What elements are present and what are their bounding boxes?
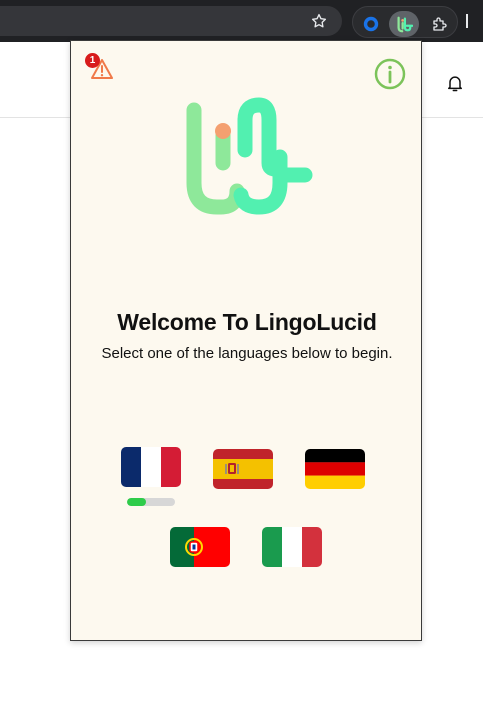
notifications-button[interactable]	[442, 70, 468, 96]
italy-flag-icon	[262, 527, 322, 567]
address-bar[interactable]	[0, 6, 342, 36]
welcome-title: Welcome To LingoLucid	[117, 309, 377, 335]
flag-spain-button[interactable]	[213, 449, 273, 489]
blue-ring-icon	[363, 16, 379, 32]
puzzle-icon	[433, 17, 447, 31]
browser-toolbar	[0, 0, 483, 42]
flag-germany-button[interactable]	[305, 449, 365, 489]
toolbar-divider	[466, 14, 468, 28]
bell-icon	[448, 76, 462, 92]
lingolucid-extension-button[interactable]	[389, 11, 419, 37]
portugal-flag-icon	[170, 527, 230, 567]
extensions-group	[352, 6, 458, 38]
info-button[interactable]	[373, 57, 407, 91]
lingolucid-icon	[397, 16, 413, 33]
extension-popup: 1 Welcome To LingoLucid Select one of th…	[70, 40, 422, 641]
bookmark-star-button[interactable]	[306, 9, 332, 33]
france-flag-icon	[121, 447, 181, 487]
france-progress-fill	[127, 498, 147, 506]
star-outline-icon	[311, 13, 327, 28]
germany-flag-icon	[305, 449, 365, 489]
lingolucid-logo-icon	[186, 97, 313, 215]
welcome-subtitle: Select one of the languages below to beg…	[101, 345, 393, 362]
lingolucid-logo	[179, 95, 313, 223]
flag-france-button[interactable]	[121, 447, 181, 487]
spain-flag-icon	[213, 449, 273, 489]
info-circle-icon	[374, 58, 406, 90]
blue-ring-extension-button[interactable]	[356, 11, 386, 37]
flag-italy-button[interactable]	[262, 527, 322, 567]
flag-portugal-button[interactable]	[170, 527, 230, 567]
warning-button[interactable]: 1	[85, 53, 113, 81]
warning-count-badge: 1	[85, 53, 100, 68]
france-progress-bar	[127, 498, 175, 506]
puzzle-extension-button[interactable]	[425, 11, 455, 37]
